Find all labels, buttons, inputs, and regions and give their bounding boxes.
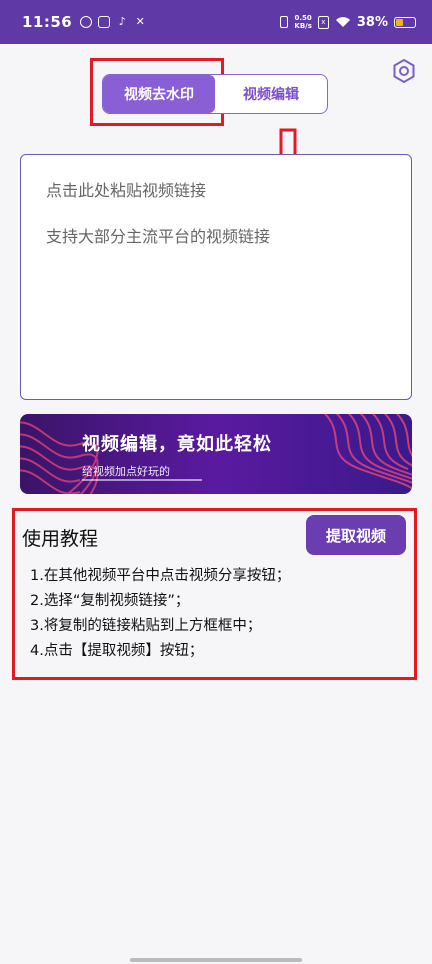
banner-subtitle: 给视频加点好玩的 bbox=[82, 465, 170, 478]
sim-icon: x bbox=[317, 15, 329, 29]
tutorial-title: 使用教程 bbox=[22, 528, 99, 550]
speed-value: 0.50 bbox=[294, 14, 312, 22]
settings-icon[interactable] bbox=[391, 58, 417, 84]
mode-tabs: 视频去水印 视频编辑 bbox=[102, 74, 328, 114]
tutorial-steps: 1.在其他视频平台中点击视频分享按钮； 2.选择“复制视频链接”； 3.将复制的… bbox=[30, 564, 290, 664]
status-time: 11:56 bbox=[22, 13, 73, 31]
status-right: 0.50 KB/s x 38% bbox=[280, 14, 416, 30]
notification-icons: ♪ ✕ bbox=[80, 16, 146, 28]
tab-video-editing[interactable]: 视频编辑 bbox=[215, 75, 327, 113]
battery-percent: 38% bbox=[356, 14, 388, 30]
home-indicator[interactable] bbox=[130, 958, 302, 962]
app-notification-icon bbox=[98, 16, 111, 28]
tutorial-step: 3.将复制的链接粘贴到上方框框中； bbox=[30, 618, 262, 634]
status-bar: 11:56 ♪ ✕ 0.50 KB/s x 38% bbox=[0, 0, 432, 44]
fan-icon: ✕ bbox=[135, 15, 145, 28]
video-edit-banner[interactable]: 视频编辑，竟如此轻松 给视频加点好玩的 bbox=[20, 414, 412, 494]
extract-video-button[interactable]: 提取视频 bbox=[306, 515, 406, 555]
speed-unit: KB/s bbox=[294, 22, 312, 30]
tutorial-step: 4.点击【提取视频】按钮； bbox=[30, 643, 204, 659]
app-notification-icon bbox=[80, 16, 93, 28]
battery-icon bbox=[394, 16, 416, 28]
banner-title: 视频编辑，竟如此轻松 bbox=[82, 434, 272, 455]
banner-divider bbox=[82, 479, 202, 481]
tutorial-step: 1.在其他视频平台中点击视频分享按钮； bbox=[30, 568, 291, 584]
video-link-input[interactable] bbox=[20, 154, 412, 400]
tutorial-step: 2.选择“复制视频链接”； bbox=[30, 593, 190, 609]
wifi-icon bbox=[335, 17, 350, 27]
network-speed: 0.50 KB/s bbox=[294, 14, 311, 30]
vibrate-icon bbox=[280, 16, 289, 28]
tab-video-watermark-removal[interactable]: 视频去水印 bbox=[103, 75, 215, 113]
tiktok-icon: ♪ bbox=[118, 15, 126, 28]
